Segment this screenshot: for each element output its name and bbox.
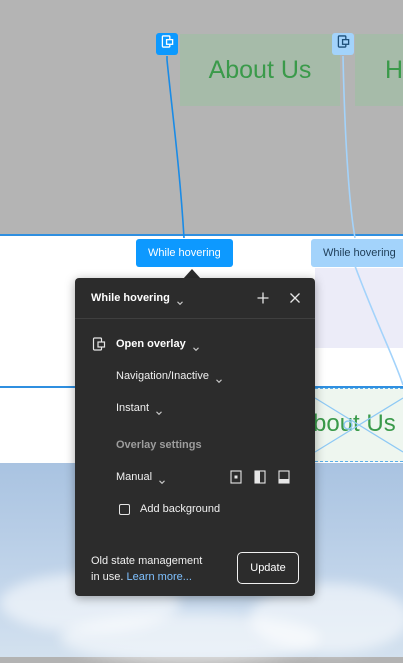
trigger-chip-secondary-label: While hovering	[323, 247, 396, 259]
chevron-down-icon	[158, 473, 166, 485]
device-icon	[91, 336, 107, 352]
footer-message: Old state management in use. Learn more.…	[91, 553, 202, 585]
chevron-down-icon	[215, 372, 223, 384]
overlay-settings-label: Overlay settings	[116, 439, 202, 451]
overlay-settings-heading: Overlay settings	[116, 437, 315, 453]
animation-dropdown[interactable]: Instant	[116, 400, 315, 416]
interaction-panel: While hovering Open overlay Navigation/I…	[75, 278, 315, 596]
action-label: Open overlay	[116, 338, 186, 350]
add-background-row[interactable]: Add background	[119, 501, 315, 517]
add-background-label: Add background	[140, 503, 221, 515]
action-dropdown[interactable]: Open overlay	[116, 336, 315, 352]
prototype-pin-active[interactable]	[156, 33, 178, 55]
device-icon	[337, 35, 350, 53]
trigger-chip-active-label: While hovering	[148, 247, 221, 259]
destination-dropdown[interactable]: Navigation/Inactive	[116, 368, 315, 384]
add-background-checkbox[interactable]	[119, 503, 130, 515]
chevron-down-icon	[192, 340, 200, 352]
plus-icon[interactable]	[255, 290, 271, 306]
trigger-dropdown[interactable]: While hovering	[91, 290, 315, 306]
close-icon[interactable]	[287, 290, 303, 306]
position-bottom-icon[interactable]	[278, 470, 290, 484]
position-left-icon[interactable]	[254, 470, 266, 484]
animation-label: Instant	[116, 402, 150, 414]
destination-label: Navigation/Inactive	[116, 370, 209, 382]
learn-more-link[interactable]: Learn more...	[126, 571, 191, 583]
chevron-down-icon	[176, 294, 184, 306]
chevron-down-icon	[155, 404, 163, 416]
footer-text-line2: in use.	[91, 571, 124, 583]
trigger-chip-active[interactable]: While hovering	[136, 239, 233, 267]
trigger-chip-secondary[interactable]: While hovering	[311, 239, 403, 267]
overlay-position-label: Manual	[116, 471, 153, 483]
overlay-position-dropdown[interactable]: Manual	[116, 469, 186, 485]
footer-text-line1: Old state management	[91, 555, 203, 567]
device-icon	[161, 35, 174, 53]
update-button[interactable]: Update	[237, 552, 299, 584]
position-center-icon[interactable]	[230, 470, 242, 484]
panel-divider	[75, 318, 315, 319]
prototype-pin-secondary[interactable]	[332, 33, 354, 55]
panel-title: While hovering	[91, 292, 170, 304]
